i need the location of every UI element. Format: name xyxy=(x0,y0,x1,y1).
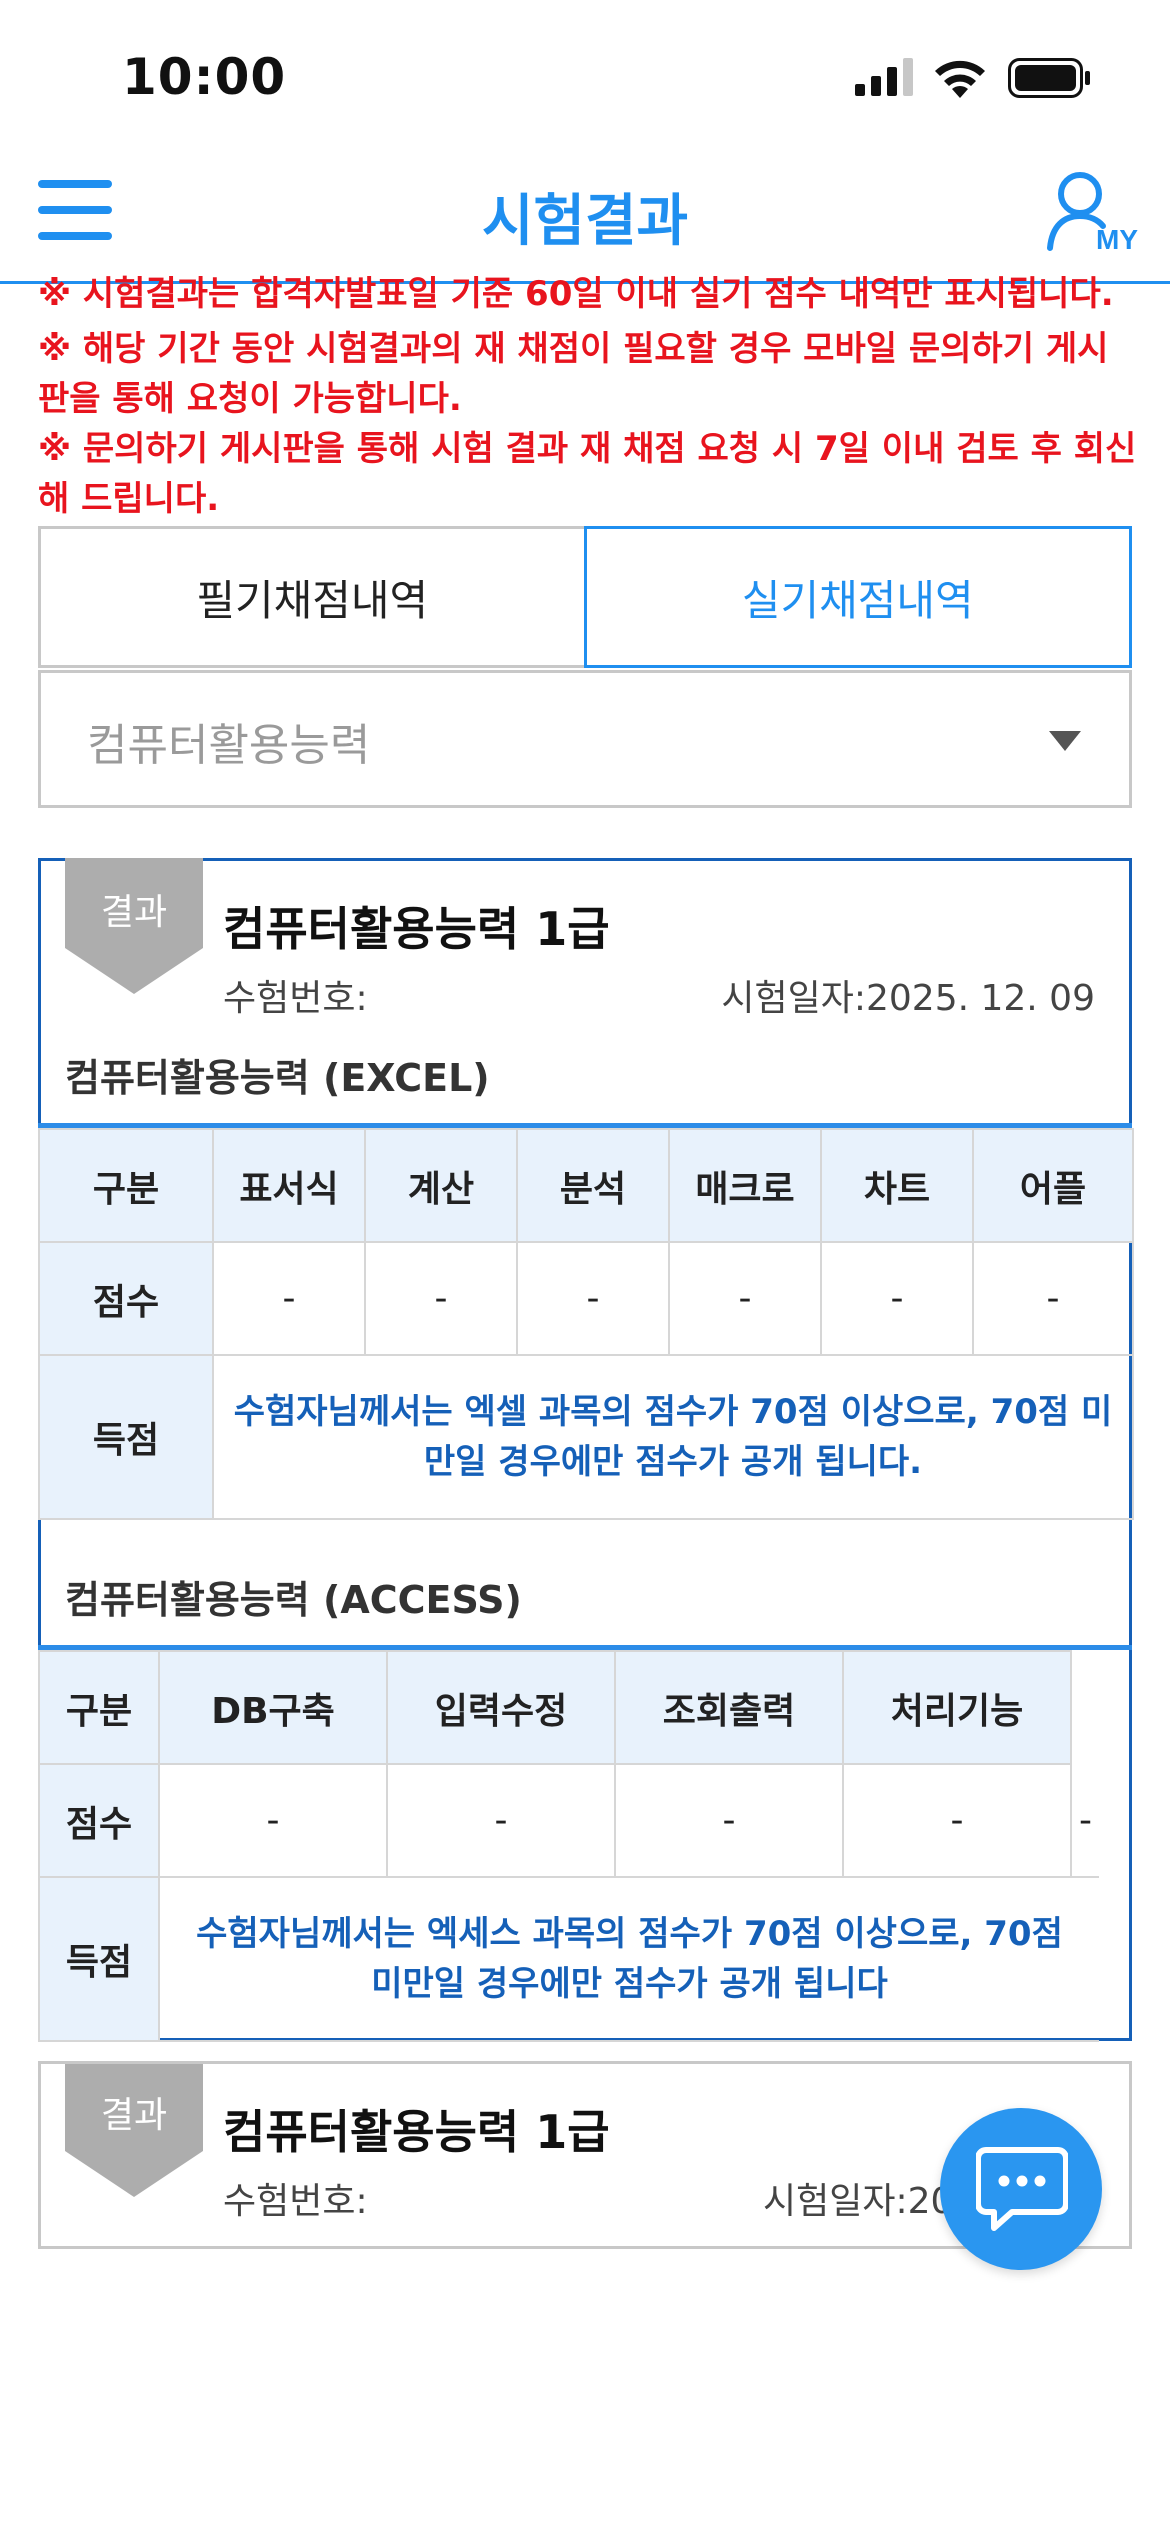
table-header-cell: 처리기능 xyxy=(842,1650,1072,1765)
result-row-label: 득점 xyxy=(38,1354,214,1520)
exam-date-value: 2025. 12. 09 xyxy=(865,978,1095,1019)
result-badge-label: 결과 xyxy=(100,892,168,933)
page-title: 시험결과 xyxy=(481,189,689,254)
table-header-cell: 분석 xyxy=(516,1128,670,1243)
result-row-label: 득점 xyxy=(38,1876,160,2042)
table-row: 점수 - - - - - xyxy=(38,1763,1099,1878)
chat-inquiry-button[interactable] xyxy=(940,2108,1102,2270)
result-type-tabs: 필기채점내역 실기채점내역 xyxy=(38,526,1132,668)
table-row: 점수 - - - - - - xyxy=(38,1241,1134,1356)
access-score-table: 구분 DB구축 입력수정 조회출력 처리기능 점수 - - - - - 득점 수… xyxy=(38,1650,1099,2042)
notice-text: ※ 시험결과는 합격자발표일 기준 60일 이내 실기 점수 내역만 표시됩니다… xyxy=(38,274,1114,314)
exam-number-label: 수험번호: xyxy=(223,2181,368,2222)
tab-practical-results[interactable]: 실기채점내역 xyxy=(583,526,1132,668)
wifi-icon xyxy=(935,60,985,98)
notice-list: ※ 시험결과는 합격자발표일 기준 60일 이내 실기 점수 내역만 표시됩니다… xyxy=(38,274,1138,524)
cellular-signal-icon xyxy=(855,58,913,96)
table-header-cell: 어플 xyxy=(972,1128,1134,1243)
table-header-cell: 조회출력 xyxy=(614,1650,844,1765)
battery-icon xyxy=(1008,58,1090,98)
score-cell: - xyxy=(158,1763,388,1878)
score-cell: - xyxy=(842,1763,1072,1878)
table-header-cell: 입력수정 xyxy=(386,1650,616,1765)
excel-score-table: 구분 표서식 계산 분석 매크로 차트 어플 점수 - - - - - - 득점… xyxy=(38,1128,1134,1520)
excel-section-title: 컴퓨터활용능력 (EXCEL) xyxy=(65,1056,490,1100)
access-section-title: 컴퓨터활용능력 (ACCESS) xyxy=(65,1578,522,1622)
exam-date-label: 시험일자: xyxy=(763,2181,908,2222)
status-bar: 10:00 xyxy=(0,0,1170,150)
score-cell: - xyxy=(668,1241,822,1356)
score-cell: - xyxy=(820,1241,974,1356)
table-row: 득점 수험자님께서는 엑세스 과목의 점수가 70점 이상으로, 70점 미만일… xyxy=(38,1876,1099,2042)
table-row: 득점 수험자님께서는 엑셀 과목의 점수가 70점 이상으로, 70점 미만일 … xyxy=(38,1354,1134,1520)
exam-number-label: 수험번호: xyxy=(223,978,368,1019)
score-row-label: 점수 xyxy=(38,1763,160,1878)
chevron-down-icon xyxy=(1049,731,1081,751)
score-cell: - xyxy=(386,1763,616,1878)
score-cell: - xyxy=(1070,1764,1099,1878)
result-card: 결과 컴퓨터활용능력 1급 수험번호: 시험일자:2025. 12. 09 컴퓨… xyxy=(38,858,1134,2042)
score-cell: - xyxy=(972,1241,1134,1356)
table-header-cell: 구분 xyxy=(38,1128,214,1243)
tab-written-results[interactable]: 필기채점내역 xyxy=(38,526,584,668)
score-cell: - xyxy=(364,1241,518,1356)
exam-type-select-value: 컴퓨터활용능력 xyxy=(87,720,371,771)
exam-date-label: 시험일자: xyxy=(721,978,866,1019)
excel-result-notice: 수험자님께서는 엑셀 과목의 점수가 70점 이상으로, 70점 미만일 경우에… xyxy=(212,1354,1134,1520)
card-title: 컴퓨터활용능력 1급 xyxy=(223,2105,610,2159)
table-row: 구분 DB구축 입력수정 조회출력 처리기능 xyxy=(38,1650,1099,1765)
table-header-cell: DB구축 xyxy=(158,1650,388,1765)
notice-text: ※ 문의하기 게시판을 통해 시험 결과 재 채점 요청 시 7일 이내 검토 … xyxy=(38,429,1137,519)
table-header-cell: 차트 xyxy=(820,1128,974,1243)
result-badge-label: 결과 xyxy=(100,2095,168,2136)
status-time: 10:00 xyxy=(122,48,287,106)
score-cell: - xyxy=(212,1241,366,1356)
app-header: 시험결과 MY xyxy=(0,150,1170,284)
svg-text:MY: MY xyxy=(1096,224,1138,252)
score-cell: - xyxy=(516,1241,670,1356)
table-header-cell: 표서식 xyxy=(212,1128,366,1243)
score-cell: - xyxy=(614,1763,844,1878)
exam-date: 시험일자:2025. 12. 09 xyxy=(721,969,1095,1021)
exam-type-select[interactable]: 컴퓨터활용능력 xyxy=(38,670,1132,808)
my-account-icon[interactable]: MY xyxy=(1046,170,1138,252)
card-title: 컴퓨터활용능력 1급 xyxy=(223,902,610,956)
score-row-label: 점수 xyxy=(38,1241,214,1356)
exam-date: 시험일자:20 xyxy=(763,2172,953,2224)
table-header-cell: 매크로 xyxy=(668,1128,822,1243)
table-header-cell: 계산 xyxy=(364,1128,518,1243)
table-row: 구분 표서식 계산 분석 매크로 차트 어플 xyxy=(38,1128,1134,1243)
access-result-notice: 수험자님께서는 엑세스 과목의 점수가 70점 이상으로, 70점 미만일 경우… xyxy=(158,1876,1099,2042)
notice-text: ※ 해당 기간 동안 시험결과의 재 채점이 필요할 경우 모바일 문의하기 게… xyxy=(38,329,1109,419)
table-header-cell: 구분 xyxy=(38,1650,160,1765)
table-spacer xyxy=(1071,1651,1099,1764)
chat-bubble-icon xyxy=(976,2147,1068,2231)
